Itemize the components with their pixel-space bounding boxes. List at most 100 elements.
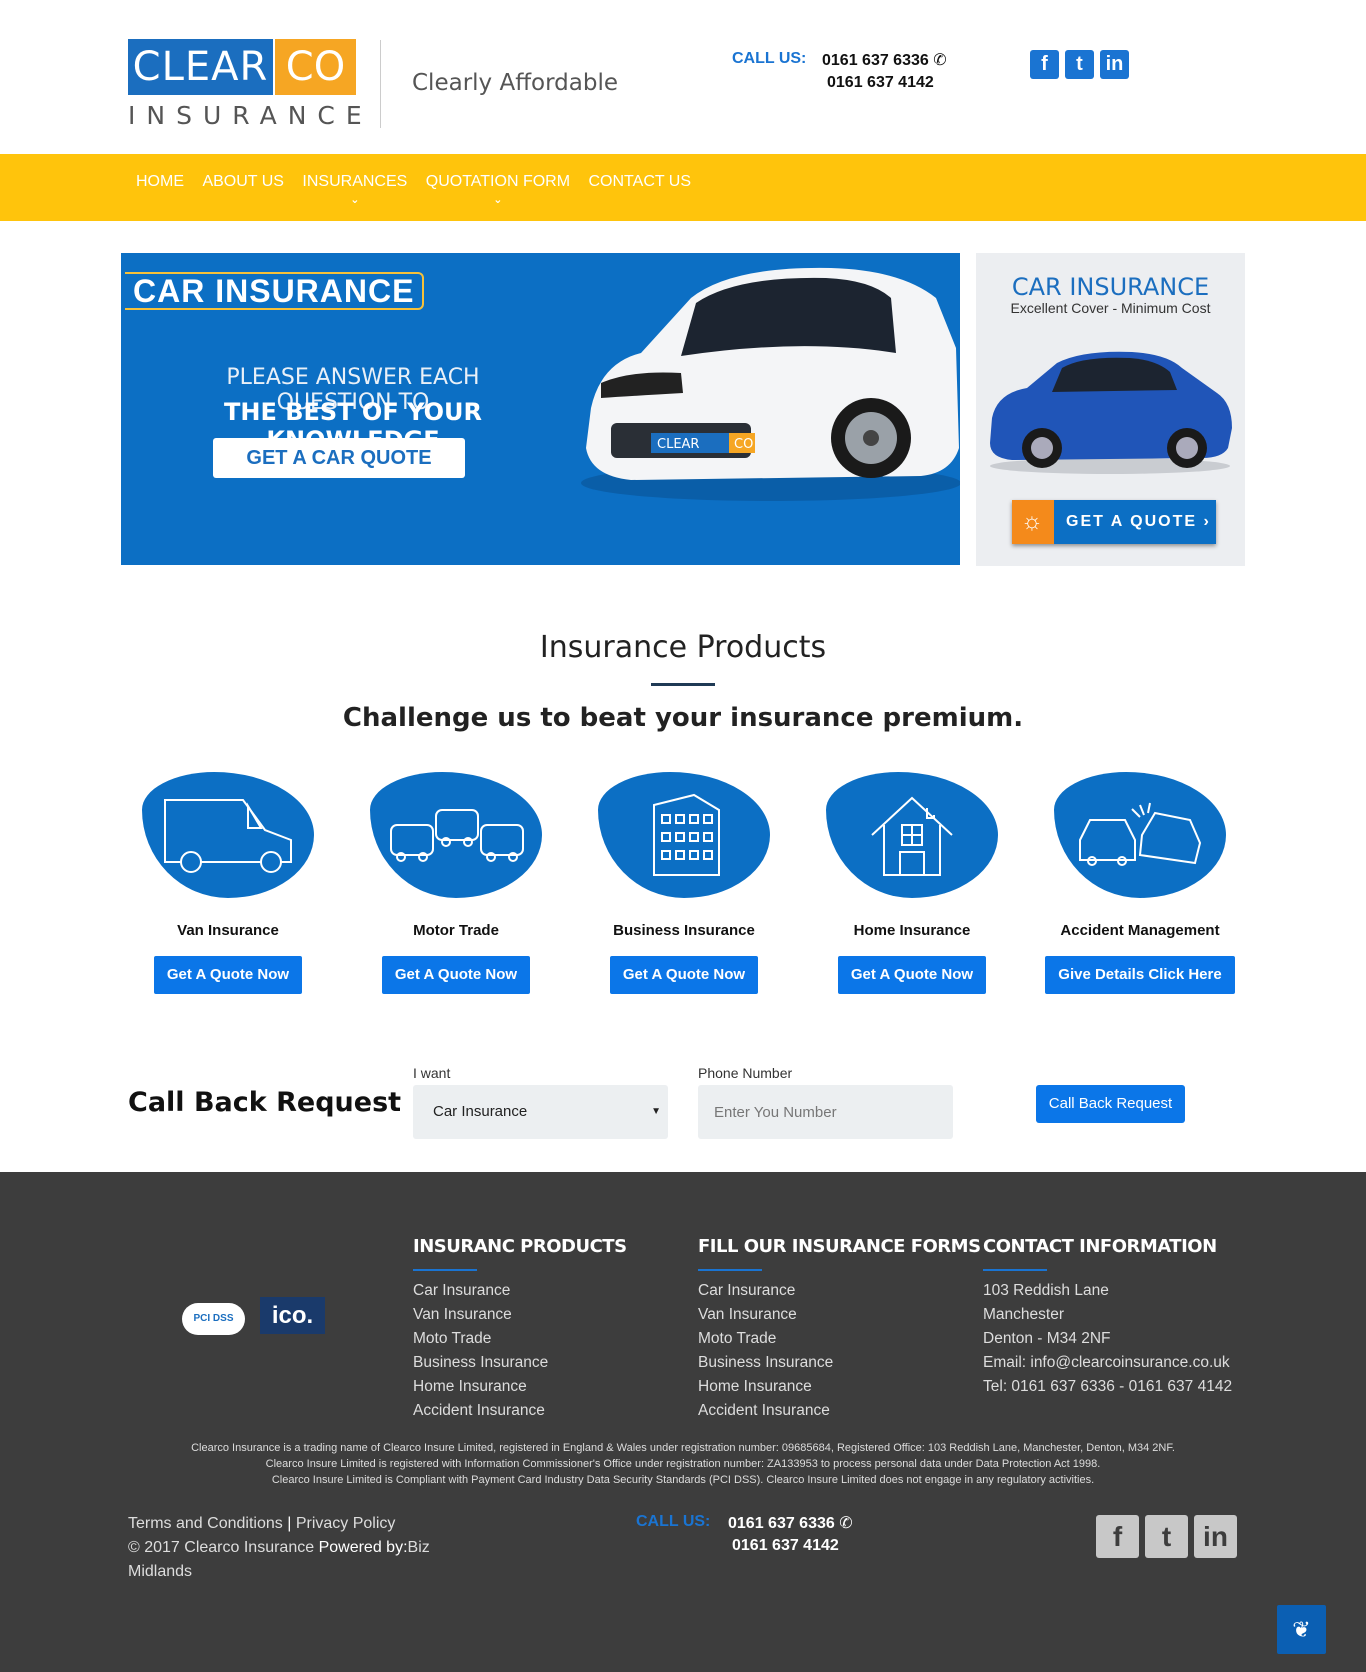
want-label: I want bbox=[413, 1065, 451, 1081]
get-a-quote-button[interactable]: ☼ GET A QUOTE › bbox=[1012, 500, 1216, 544]
footer-link[interactable]: Moto Trade bbox=[698, 1327, 981, 1351]
phone-number-input[interactable] bbox=[698, 1085, 953, 1139]
nav-quotation-form[interactable]: QUOTATION FORM ⌄ bbox=[426, 173, 570, 206]
footer-link[interactable]: Accident Insurance bbox=[413, 1399, 627, 1423]
footer-link[interactable]: Van Insurance bbox=[413, 1303, 627, 1327]
footer-col-rule bbox=[698, 1269, 762, 1271]
logo-co: CO bbox=[275, 39, 356, 95]
email-line[interactable]: Email: info@clearcoinsurance.co.uk bbox=[983, 1351, 1232, 1375]
select-value: Car Insurance bbox=[433, 1103, 528, 1120]
get-quote-van-button[interactable]: Get A Quote Now bbox=[153, 956, 303, 994]
main-nav: HOME ABOUT US INSURANCES ⌄ QUOTATION FORM… bbox=[0, 154, 1366, 221]
callback-title: Call Back Request bbox=[128, 1087, 402, 1118]
nav-about-us[interactable]: ABOUT US bbox=[202, 173, 284, 191]
products-title: Insurance Products bbox=[539, 630, 827, 665]
product-blob[interactable] bbox=[826, 772, 998, 898]
terms-link[interactable]: Terms and Conditions bbox=[128, 1515, 283, 1532]
twitter-icon[interactable]: t bbox=[1065, 50, 1094, 79]
call-back-request-button[interactable]: Call Back Request bbox=[1036, 1085, 1185, 1123]
leaf-icon[interactable]: ❦ bbox=[1277, 1605, 1326, 1654]
product-name: Business Insurance bbox=[613, 922, 755, 939]
footer-forms-column: FILL OUR INSURANCE FORMS Car Insurance V… bbox=[698, 1236, 981, 1423]
get-quote-business-button[interactable]: Get A Quote Now bbox=[609, 956, 759, 994]
footer-link[interactable]: Van Insurance bbox=[698, 1303, 981, 1327]
facebook-icon[interactable]: f bbox=[1096, 1515, 1139, 1558]
footer-col-title: FILL OUR INSURANCE FORMS bbox=[698, 1236, 981, 1257]
white-car-image: CLEAR CO bbox=[581, 267, 960, 501]
product-accident: Accident Management Give Details Click H… bbox=[1040, 772, 1240, 994]
legal-line: Clearco Insure Limited is Compliant with… bbox=[271, 1474, 1095, 1486]
car-insurance-ad[interactable]: CAR INSURANCE Excellent Cover - Minimum … bbox=[976, 253, 1245, 566]
footer-link[interactable]: Business Insurance bbox=[698, 1351, 981, 1375]
products-title-rule bbox=[651, 683, 715, 686]
privacy-link[interactable]: Privacy Policy bbox=[296, 1515, 396, 1532]
phone-2[interactable]: 0161 637 4142 bbox=[827, 74, 934, 92]
product-motor-trade: Motor Trade Get A Quote Now bbox=[356, 772, 556, 994]
twitter-icon[interactable]: t bbox=[1145, 1515, 1188, 1558]
legal-line: Clearco Insurance is a trading name of C… bbox=[191, 1442, 1175, 1454]
phone-1[interactable]: 0161 637 6336 ✆ bbox=[728, 1513, 853, 1533]
phone-2[interactable]: 0161 637 4142 bbox=[732, 1537, 839, 1555]
address-line: Denton - M34 2NF bbox=[983, 1330, 1111, 1347]
linkedin-icon[interactable]: in bbox=[1100, 50, 1129, 79]
product-name: Van Insurance bbox=[177, 922, 279, 939]
van-icon bbox=[164, 799, 292, 873]
address-line: 103 Reddish Lane bbox=[983, 1282, 1109, 1299]
product-home: Home Insurance Get A Quote Now bbox=[812, 772, 1012, 994]
footer-link[interactable]: Car Insurance bbox=[698, 1279, 981, 1303]
powered-by-label: Powered by: bbox=[318, 1539, 408, 1556]
product-blob[interactable] bbox=[142, 772, 314, 898]
header-social: f t in bbox=[1030, 50, 1135, 79]
logo-divider bbox=[380, 40, 381, 128]
footer-products-column: INSURANC PRODUCTS Car Insurance Van Insu… bbox=[413, 1236, 627, 1423]
product-blob[interactable] bbox=[1054, 772, 1226, 898]
get-quote-motor-trade-button[interactable]: Get A Quote Now bbox=[381, 956, 531, 994]
nav-home[interactable]: HOME bbox=[136, 173, 184, 191]
call-label: CALL US: bbox=[732, 50, 807, 67]
hero-banner: CAR INSURANCE PLEASE ANSWER EACH QUESTIO… bbox=[121, 253, 960, 565]
pci-dss-badge: PCI DSS bbox=[182, 1303, 245, 1335]
get-car-quote-button[interactable]: GET A CAR QUOTE bbox=[213, 438, 465, 478]
chevron-down-icon: ⌄ bbox=[350, 194, 360, 206]
clearco-logo[interactable]: CLEAR CO INSURANCE bbox=[128, 39, 362, 131]
plate-co: CO bbox=[734, 437, 753, 452]
footer-link[interactable]: Car Insurance bbox=[413, 1279, 627, 1303]
ico-badge: ico. bbox=[260, 1297, 325, 1334]
tel-line[interactable]: Tel: 0161 637 6336 - 0161 637 4142 bbox=[983, 1375, 1232, 1399]
nav-insurances[interactable]: INSURANCES ⌄ bbox=[302, 173, 407, 206]
site-header: CLEAR CO INSURANCE Clearly Affordable CA… bbox=[0, 0, 1366, 154]
cars-icon bbox=[390, 809, 524, 862]
blue-car-image bbox=[990, 351, 1232, 474]
footer-link[interactable]: Moto Trade bbox=[413, 1327, 627, 1351]
product-blob[interactable] bbox=[370, 772, 542, 898]
product-business: Business Insurance Get A Quote Now bbox=[584, 772, 784, 994]
ad-subtitle: Excellent Cover - Minimum Cost bbox=[1010, 300, 1211, 316]
phone-icon: ✆ bbox=[839, 1515, 853, 1532]
products-subtitle: Challenge us to beat your insurance prem… bbox=[342, 703, 1024, 733]
footer-link[interactable]: Accident Insurance bbox=[698, 1399, 981, 1423]
nav-contact-us[interactable]: CONTACT US bbox=[589, 173, 692, 191]
site-footer: PCI DSS ico. INSURANC PRODUCTS Car Insur… bbox=[0, 1172, 1366, 1672]
linkedin-icon[interactable]: in bbox=[1194, 1515, 1237, 1558]
product-blob[interactable] bbox=[598, 772, 770, 898]
give-details-button[interactable]: Give Details Click Here bbox=[1045, 956, 1235, 994]
phone-label: Phone Number bbox=[698, 1065, 793, 1081]
footer-col-title: CONTACT INFORMATION bbox=[983, 1236, 1217, 1257]
footer-col-rule bbox=[983, 1269, 1047, 1271]
link-separator: | bbox=[287, 1515, 292, 1532]
footer-contact-column: CONTACT INFORMATION 103 Reddish Lane Man… bbox=[983, 1236, 1232, 1399]
footer-link[interactable]: Home Insurance bbox=[698, 1375, 981, 1399]
get-quote-home-button[interactable]: Get A Quote Now bbox=[837, 956, 987, 994]
phone-icon: ✆ bbox=[933, 52, 947, 69]
facebook-icon[interactable]: f bbox=[1030, 50, 1059, 79]
footer-link[interactable]: Business Insurance bbox=[413, 1351, 627, 1375]
car-crash-icon bbox=[1079, 802, 1202, 866]
sun-icon: ☼ bbox=[1012, 500, 1054, 544]
building-icon bbox=[653, 793, 720, 876]
footer-bottom-links: Terms and Conditions | Privacy Policy © … bbox=[128, 1512, 438, 1584]
tagline: Clearly Affordable bbox=[412, 70, 619, 96]
phone-1[interactable]: 0161 637 6336 ✆ bbox=[822, 50, 947, 70]
footer-link[interactable]: Home Insurance bbox=[413, 1375, 627, 1399]
product-van: Van Insurance Get A Quote Now bbox=[128, 772, 328, 994]
insurance-type-select[interactable]: Car Insurance ▼ bbox=[413, 1085, 668, 1139]
